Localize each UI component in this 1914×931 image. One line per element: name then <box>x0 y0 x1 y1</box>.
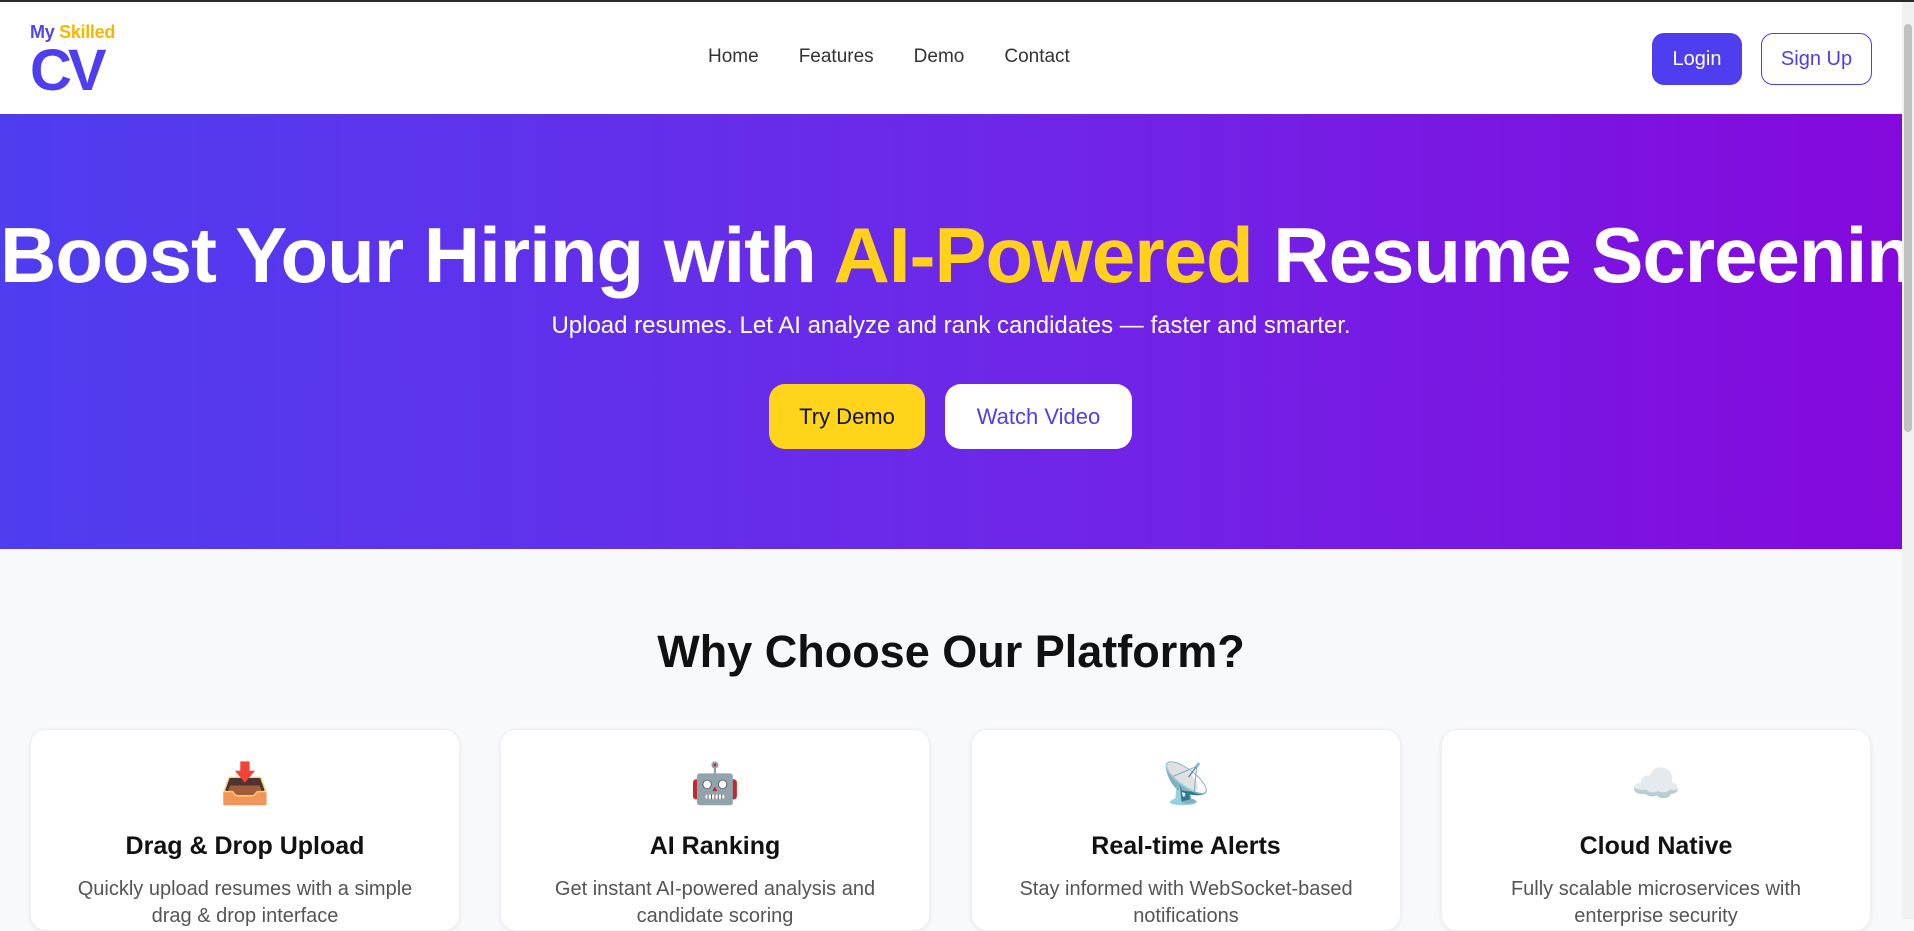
brand-logo[interactable]: My Skilled CV <box>30 22 140 102</box>
feature-card-cloud: ☁️ Cloud Native Fully scalable microserv… <box>1441 729 1871 931</box>
feature-card-title: Cloud Native <box>1579 832 1733 860</box>
nav-demo[interactable]: Demo <box>914 46 965 68</box>
feature-card-desc: Stay informed with WebSocket-based notif… <box>1019 878 1353 927</box>
page-scrollbar[interactable] <box>1902 2 1914 919</box>
site-header: My Skilled CV Home Features Demo Contact… <box>0 2 1902 114</box>
feature-card-alerts: 📡 Real-time Alerts Stay informed with We… <box>971 729 1401 931</box>
feature-card-desc: Fully scalable microservices with enterp… <box>1510 878 1802 927</box>
login-button[interactable]: Login <box>1652 33 1742 85</box>
hero-title-pre: Boost Your Hiring with <box>0 211 834 299</box>
main-nav: Home Features Demo Contact <box>708 46 1070 68</box>
robot-icon: 🤖 <box>690 762 740 806</box>
hero-title-highlight: AI-Powered <box>833 211 1254 299</box>
satellite-antenna-icon: 📡 <box>1161 762 1211 806</box>
nav-home[interactable]: Home <box>708 46 759 68</box>
nav-contact[interactable]: Contact <box>1004 46 1069 68</box>
feature-card-title: Drag & Drop Upload <box>125 832 365 860</box>
feature-card-title: Real-time Alerts <box>1091 832 1281 860</box>
hero-section: Boost Your Hiring with AI-Powered Resume… <box>0 114 1914 549</box>
hero-title-post: Resume Screening <box>1252 211 1914 299</box>
nav-features[interactable]: Features <box>799 46 874 68</box>
try-demo-button[interactable]: Try Demo <box>769 384 925 449</box>
signup-button[interactable]: Sign Up <box>1761 33 1872 85</box>
hero-subtitle: Upload resumes. Let AI analyze and rank … <box>551 312 1351 339</box>
logo-cv: CV <box>30 38 107 103</box>
feature-card-desc: Quickly upload resumes with a simple dra… <box>77 878 413 927</box>
hero-title: Boost Your Hiring with AI-Powered Resume… <box>0 210 1914 300</box>
features-heading: Why Choose Our Platform? <box>657 626 1245 677</box>
scrollbar-thumb[interactable] <box>1904 24 1912 432</box>
feature-card-ai-ranking: 🤖 AI Ranking Get instant AI-powered anal… <box>500 729 930 931</box>
cloud-icon: ☁️ <box>1631 762 1681 806</box>
feature-card-title: AI Ranking <box>649 832 781 860</box>
feature-card-desc: Get instant AI-powered analysis and cand… <box>554 878 876 927</box>
watch-video-button[interactable]: Watch Video <box>945 384 1132 449</box>
feature-card-upload: 📥 Drag & Drop Upload Quickly upload resu… <box>30 729 460 931</box>
inbox-tray-icon: 📥 <box>220 762 270 806</box>
